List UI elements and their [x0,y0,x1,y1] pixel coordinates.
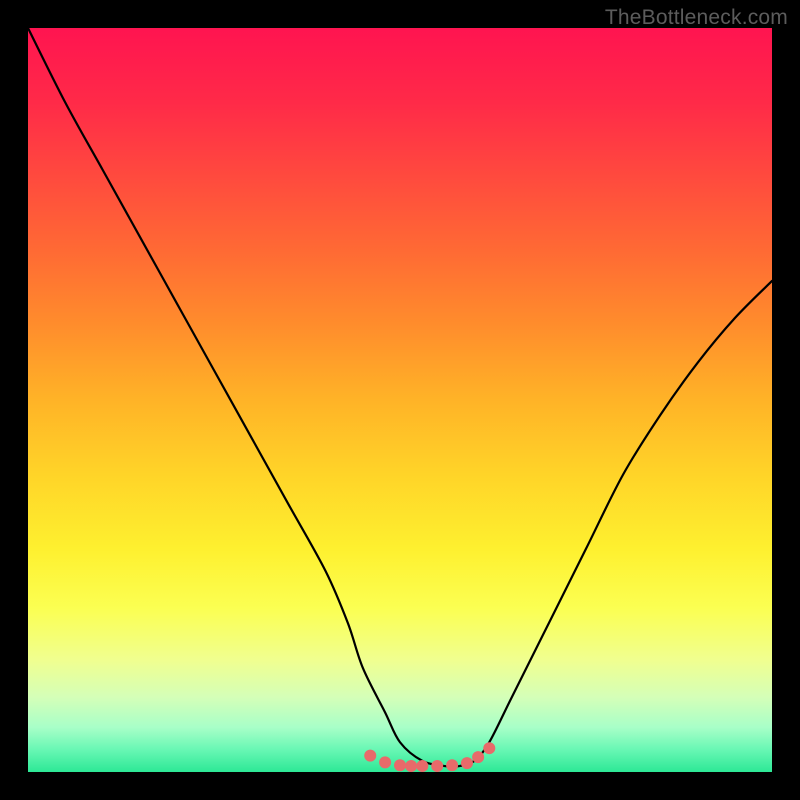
marker-dot [405,760,417,772]
chart-svg [28,28,772,772]
marker-dot [461,757,473,769]
marker-dot [394,759,406,771]
marker-dot [416,760,428,772]
chart-plot-area [28,28,772,772]
marker-dot [431,760,443,772]
marker-dot [364,750,376,762]
marker-dot [483,742,495,754]
marker-dot [379,756,391,768]
gradient-background [28,28,772,772]
marker-dot [446,759,458,771]
watermark-text: TheBottleneck.com [605,6,788,30]
marker-dot [472,751,484,763]
